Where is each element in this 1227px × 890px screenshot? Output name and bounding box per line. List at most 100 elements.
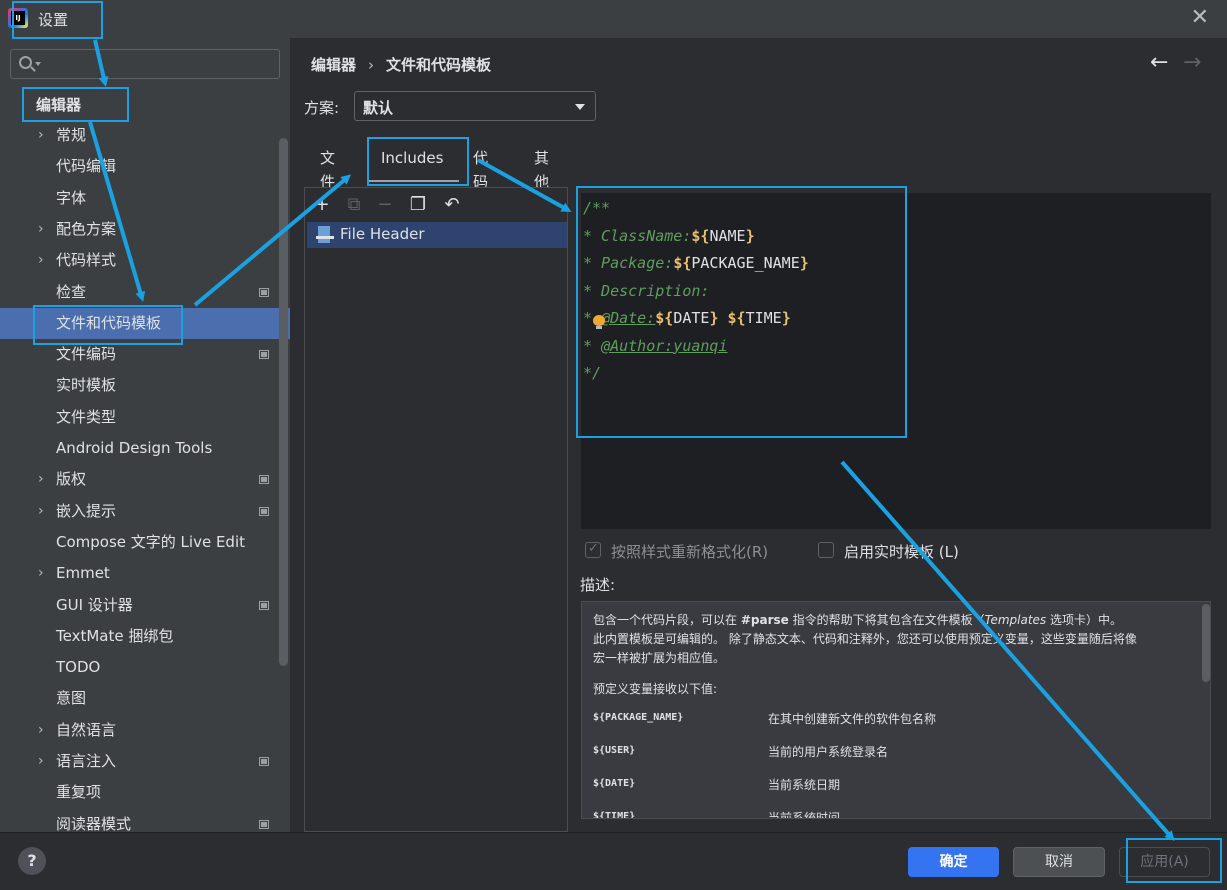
sidebar-item[interactable]: 文件类型 — [0, 402, 290, 433]
scheme-label: 方案: — [304, 99, 340, 117]
sidebar-item[interactable]: › 嵌入提示 — [0, 496, 290, 527]
lightbulb-icon[interactable] — [593, 315, 605, 329]
variable-name: ${TIME} — [593, 811, 636, 819]
breadcrumb-separator: › — [368, 56, 375, 74]
template-code-editor[interactable]: /** * ClassName:${NAME} * Package:${PACKAG… — [581, 193, 1211, 529]
sidebar-item-label: 字体 — [56, 188, 87, 207]
sidebar-item[interactable]: 字体 — [0, 183, 290, 214]
sidebar-item[interactable]: Compose 文字的 Live Edit — [0, 527, 290, 558]
sidebar-item[interactable]: › 常规 — [0, 120, 290, 151]
list-item[interactable]: File Header — [307, 222, 567, 248]
chevron-down-icon[interactable] — [35, 62, 41, 66]
project-scope-icon — [259, 757, 269, 766]
description-scrollbar[interactable] — [1202, 604, 1210, 682]
code-token: /** — [583, 199, 611, 217]
remove-icon[interactable]: − — [375, 195, 395, 215]
code-token: } — [799, 254, 809, 272]
chevron-right-icon[interactable]: › — [38, 214, 44, 245]
sidebar-item[interactable]: › 自然语言 — [0, 715, 290, 746]
sidebar-scrollbar[interactable] — [279, 138, 288, 666]
sidebar-item[interactable]: 重复项 — [0, 777, 290, 808]
apply-button[interactable]: 应用(A) — [1119, 847, 1210, 877]
project-scope-icon — [259, 287, 269, 297]
sidebar-item[interactable]: 意图 — [0, 683, 290, 714]
sidebar-item[interactable]: 实时模板 — [0, 370, 290, 401]
chevron-right-icon[interactable]: › — [38, 746, 44, 777]
breadcrumb-current: 文件和代码模板 — [386, 56, 492, 74]
sidebar-item[interactable]: › 配色方案 — [0, 214, 290, 245]
code-token: @Date: — [601, 309, 656, 327]
breadcrumb-parent[interactable]: 编辑器 — [311, 56, 356, 74]
description-panel: 包含一个代码片段，可以在 #parse 指令的帮助下将其包含在文件模板（Temp… — [581, 601, 1211, 819]
code-token: NAME — [709, 226, 746, 245]
project-scope-icon — [259, 506, 269, 516]
checkbox-box[interactable] — [585, 541, 601, 558]
reset-icon[interactable]: ↶ — [442, 195, 462, 215]
sidebar-item-label: TODO — [56, 658, 101, 677]
add-child-icon[interactable]: ⧉ — [344, 195, 364, 215]
sidebar-item[interactable]: 文件和代码模板 — [0, 307, 290, 339]
intellij-logo-icon — [8, 8, 28, 28]
breadcrumb: 编辑器 › 文件和代码模板 — [311, 54, 491, 75]
tab-files[interactable]: 文件 — [320, 146, 335, 191]
tab-code[interactable]: 代码 — [473, 146, 488, 191]
reformat-label: 按照样式重新格式化(R) — [611, 543, 769, 561]
tab-other[interactable]: 其他 — [534, 146, 549, 191]
sidebar-item-label: 意图 — [56, 689, 87, 708]
code-line: * Package:${PACKAGE_NAME} — [583, 251, 809, 275]
sidebar-item-editor[interactable]: 编辑器 — [36, 94, 81, 115]
sidebar-item[interactable]: GUI 设计器 — [0, 590, 290, 621]
chevron-right-icon[interactable]: › — [38, 496, 44, 527]
code-token: * — [583, 336, 602, 355]
scheme-select[interactable]: 默认 — [354, 91, 596, 121]
chevron-right-icon[interactable]: › — [38, 715, 44, 746]
sidebar-item[interactable]: › 语言注入 — [0, 746, 290, 777]
search-box[interactable] — [10, 49, 280, 79]
variable-name: ${DATE} — [593, 778, 636, 789]
sidebar-item[interactable]: 代码编辑 — [0, 151, 290, 182]
sidebar-item-label: 配色方案 — [56, 219, 117, 238]
forward-arrow-icon[interactable]: → — [1183, 50, 1201, 75]
sidebar-item-label: 文件和代码模板 — [56, 313, 162, 332]
copy-icon[interactable]: ❐ — [408, 195, 428, 215]
sidebar-item-label: Android Design Tools — [56, 439, 213, 457]
back-arrow-icon[interactable]: ← — [1150, 50, 1168, 75]
code-token: */ — [583, 364, 602, 382]
chevron-right-icon[interactable]: › — [38, 558, 44, 589]
chevron-right-icon[interactable]: › — [38, 245, 44, 276]
scheme-value: 默认 — [363, 99, 394, 117]
chevron-right-icon[interactable]: › — [38, 120, 44, 151]
code-token: ${ — [691, 226, 710, 245]
file-template-icon — [316, 226, 334, 244]
sidebar-item[interactable]: 阅读器模式 — [0, 809, 290, 832]
sidebar-item-label: 实时模板 — [56, 376, 117, 395]
checkbox-box[interactable] — [818, 542, 834, 558]
description-label: 描述: — [580, 576, 616, 594]
sidebar-item-label: 嵌入提示 — [56, 501, 117, 520]
sidebar-item-label: GUI 设计器 — [56, 595, 133, 614]
sidebar-item[interactable]: › Emmet — [0, 558, 290, 589]
help-icon[interactable]: ? — [18, 847, 46, 875]
search-icon — [19, 56, 32, 69]
close-icon[interactable]: ✕ — [1191, 6, 1209, 30]
add-icon[interactable]: + — [312, 195, 332, 215]
sidebar-item-label: TextMate 捆绑包 — [56, 626, 174, 645]
sidebar-item[interactable]: TextMate 捆绑包 — [0, 621, 290, 652]
code-token: ${ — [727, 309, 746, 327]
tab-includes[interactable]: Includes — [366, 146, 460, 182]
sidebar-item[interactable]: › 代码样式 — [0, 245, 290, 276]
sidebar-item[interactable]: TODO — [0, 652, 290, 683]
sidebar-item[interactable]: › 版权 — [0, 464, 290, 495]
variable-desc: 当前的用户系统登录名 — [768, 745, 889, 759]
sidebar-item[interactable]: 检查 — [0, 277, 290, 308]
sidebar-item-label: 文件类型 — [56, 407, 117, 426]
sidebar-item-label: 重复项 — [56, 783, 102, 802]
ok-button[interactable]: 确定 — [908, 847, 999, 877]
cancel-button[interactable]: 取消 — [1013, 847, 1105, 877]
sidebar-item[interactable]: 文件编码 — [0, 339, 290, 370]
sidebar-item[interactable]: Android Design Tools — [0, 433, 290, 464]
chevron-right-icon[interactable]: › — [38, 464, 44, 495]
live-templates-label: 启用实时模板 (L) — [844, 543, 959, 561]
sidebar-item-label: 检查 — [56, 282, 87, 301]
search-input[interactable] — [45, 54, 275, 74]
